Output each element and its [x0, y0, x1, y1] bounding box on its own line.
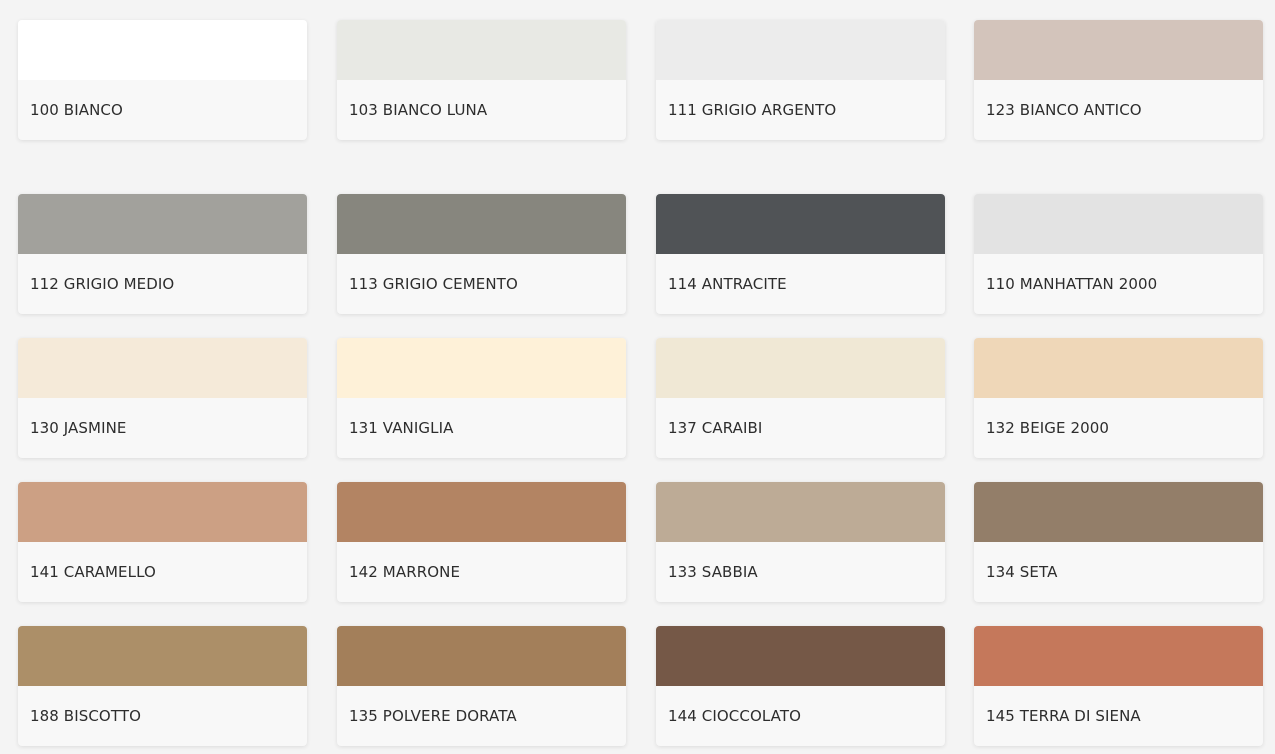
color-swatch: [337, 20, 626, 80]
color-swatch: [18, 338, 307, 398]
swatch-label: 135 POLVERE DORATA: [349, 707, 517, 725]
swatch-card[interactable]: 131 VANIGLIA: [337, 338, 626, 458]
swatch-card[interactable]: 103 BIANCO LUNA: [337, 20, 626, 140]
swatch-label: 100 BIANCO: [30, 101, 123, 119]
swatch-card[interactable]: 111 GRIGIO ARGENTO: [656, 20, 945, 140]
swatch-label: 141 CARAMELLO: [30, 563, 156, 581]
color-swatch: [18, 482, 307, 542]
swatch-card[interactable]: 135 POLVERE DORATA: [337, 626, 626, 746]
color-swatch-grid: 100 BIANCO 103 BIANCO LUNA 111 GRIGIO AR…: [0, 0, 1275, 754]
color-swatch: [656, 20, 945, 80]
color-swatch: [974, 194, 1263, 254]
swatch-card[interactable]: 130 JASMINE: [18, 338, 307, 458]
color-swatch: [337, 482, 626, 542]
swatch-card[interactable]: 142 MARRONE: [337, 482, 626, 602]
color-swatch: [974, 338, 1263, 398]
swatch-label: 113 GRIGIO CEMENTO: [349, 275, 518, 293]
color-swatch: [656, 482, 945, 542]
color-swatch: [974, 626, 1263, 686]
swatch-card[interactable]: 112 GRIGIO MEDIO: [18, 194, 307, 314]
swatch-label: 144 CIOCCOLATO: [668, 707, 802, 725]
color-swatch: [974, 482, 1263, 542]
swatch-card[interactable]: 137 CARAIBI: [656, 338, 945, 458]
swatch-card[interactable]: 123 BIANCO ANTICO: [974, 20, 1263, 140]
swatch-label: 142 MARRONE: [349, 563, 461, 581]
swatch-label: 114 ANTRACITE: [668, 275, 787, 293]
swatch-label: 134 SETA: [986, 563, 1058, 581]
color-swatch: [337, 194, 626, 254]
color-swatch: [337, 626, 626, 686]
swatch-card[interactable]: 144 CIOCCOLATO: [656, 626, 945, 746]
color-swatch: [656, 194, 945, 254]
swatch-label: 137 CARAIBI: [668, 419, 763, 437]
swatch-card[interactable]: 145 TERRA DI SIENA: [974, 626, 1263, 746]
swatch-card[interactable]: 134 SETA: [974, 482, 1263, 602]
swatch-label: 130 JASMINE: [30, 419, 127, 437]
swatch-card[interactable]: 132 BEIGE 2000: [974, 338, 1263, 458]
color-swatch: [656, 338, 945, 398]
swatch-label: 131 VANIGLIA: [349, 419, 454, 437]
swatch-label: 103 BIANCO LUNA: [349, 101, 488, 119]
swatch-label: 188 BISCOTTO: [30, 707, 141, 725]
swatch-card[interactable]: 110 MANHATTAN 2000: [974, 194, 1263, 314]
color-swatch: [18, 194, 307, 254]
swatch-card[interactable]: 113 GRIGIO CEMENTO: [337, 194, 626, 314]
swatch-card[interactable]: 114 ANTRACITE: [656, 194, 945, 314]
swatch-label: 145 TERRA DI SIENA: [986, 707, 1141, 725]
swatch-card[interactable]: 188 BISCOTTO: [18, 626, 307, 746]
swatch-label: 111 GRIGIO ARGENTO: [668, 101, 837, 119]
swatch-label: 133 SABBIA: [668, 563, 758, 581]
swatch-label: 123 BIANCO ANTICO: [986, 101, 1142, 119]
color-swatch: [18, 20, 307, 80]
color-swatch: [974, 20, 1263, 80]
color-swatch: [18, 626, 307, 686]
color-swatch: [656, 626, 945, 686]
color-swatch: [337, 338, 626, 398]
swatch-label: 112 GRIGIO MEDIO: [30, 275, 175, 293]
swatch-label: 110 MANHATTAN 2000: [986, 275, 1158, 293]
swatch-label: 132 BEIGE 2000: [986, 419, 1110, 437]
swatch-card[interactable]: 133 SABBIA: [656, 482, 945, 602]
swatch-card[interactable]: 100 BIANCO: [18, 20, 307, 140]
swatch-card[interactable]: 141 CARAMELLO: [18, 482, 307, 602]
